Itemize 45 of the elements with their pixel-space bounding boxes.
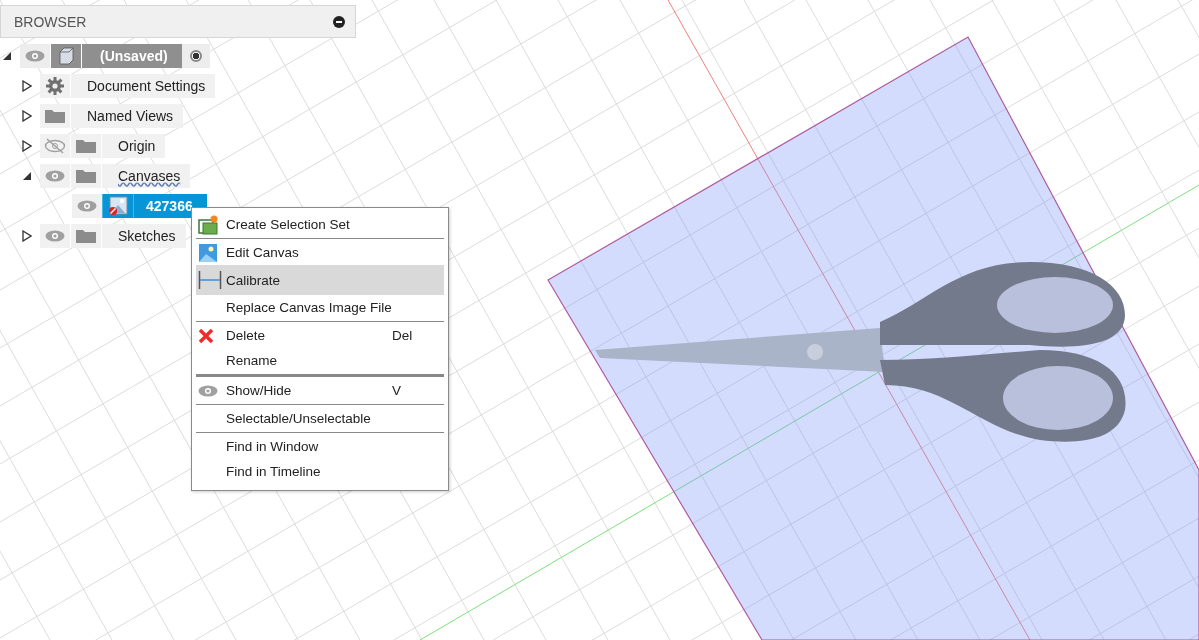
image-icon [198,242,218,263]
tree-item-label: (Unsaved) [82,44,182,68]
tree-item-label: Document Settings [86,78,207,94]
shortcut-label: Del [392,328,414,343]
selection-set-icon [198,214,218,235]
folder-icon [75,228,97,244]
folder-icon [44,108,66,124]
collapsed-triangle-icon[interactable] [22,80,32,92]
tree-item[interactable]: Document Settings [40,74,216,98]
folder-icon [75,168,97,184]
active-radio[interactable] [189,50,202,62]
menu-item[interactable]: Show/Hide V [196,378,444,403]
collapsed-triangle-icon[interactable] [22,230,32,242]
menu-item[interactable]: Calibrate [196,265,444,295]
image-icon [108,196,128,216]
menu-item[interactable]: Selectable/Unselectable [196,406,444,431]
menu-item[interactable]: Replace Canvas Image File [196,295,444,320]
expanded-triangle-icon[interactable] [22,171,32,181]
menu-item[interactable]: Delete Del [196,323,444,348]
cube-icon [57,47,75,65]
delete-icon [198,327,214,344]
collapse-icon[interactable] [333,15,345,28]
menu-item[interactable]: Rename [196,348,444,373]
menu-item[interactable]: Edit Canvas [196,240,444,265]
shortcut-label: V [392,383,402,398]
tree-item-label: Sketches [117,228,177,244]
tree-item-label: 427366 [145,198,194,214]
calibrate-icon [198,270,222,290]
tree-item[interactable]: Named Views [40,104,184,128]
expanded-triangle-icon[interactable] [2,51,12,61]
collapsed-triangle-icon[interactable] [22,110,32,122]
tree-item-label: Origin [117,138,157,154]
tree-item[interactable]: Origin [40,134,166,158]
settings-icon[interactable] [46,77,64,95]
menu-item[interactable]: Find in Window [196,434,444,459]
collapsed-triangle-icon[interactable] [22,140,32,152]
tree-item-label: Named Views [86,108,175,124]
folder-icon [75,138,97,154]
tree-item[interactable]: Sketches [40,224,186,248]
menu-item[interactable]: Find in Timeline [196,459,444,484]
browser-title: BROWSER [14,13,87,30]
menu-item[interactable]: Create Selection Set [196,212,444,237]
tree-item-label: Canvases [117,168,182,184]
eye-icon [198,384,218,397]
tree-item[interactable]: Canvases [40,164,191,188]
